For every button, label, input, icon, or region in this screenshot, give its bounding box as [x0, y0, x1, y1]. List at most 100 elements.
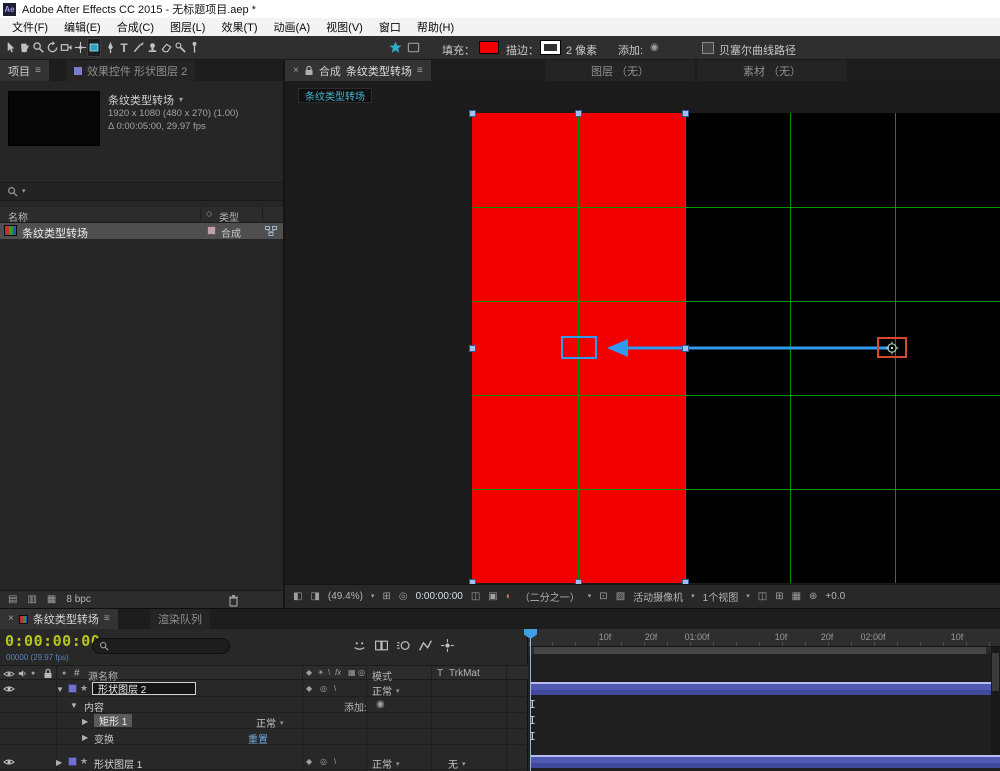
tab-project[interactable]: 项目 ≡	[0, 60, 49, 81]
preview-comp-name[interactable]: 条纹类型转场	[108, 92, 174, 108]
panel-menu-icon[interactable]: ≡	[417, 65, 423, 76]
resolution-value[interactable]: （二分之一）	[520, 589, 580, 604]
menu-help[interactable]: 帮助(H)	[409, 18, 462, 36]
brush-tool[interactable]	[131, 38, 145, 57]
trkmat-dropdown[interactable]: 无 ▾	[448, 756, 466, 771]
layer-duration-bar-shape-layer-1[interactable]	[530, 755, 1000, 768]
project-item-name[interactable]: 条纹类型转场	[22, 225, 88, 241]
search-options-caret-icon[interactable]: ▾	[22, 188, 26, 195]
close-icon[interactable]: ×	[293, 65, 299, 76]
camera-view-value[interactable]: 活动摄像机	[633, 589, 683, 604]
pan-behind-tool[interactable]	[73, 38, 87, 57]
menu-view[interactable]: 视图(V)	[318, 18, 371, 36]
add-property-icon[interactable]: ◉	[376, 700, 385, 710]
clone-stamp-tool[interactable]	[145, 38, 159, 57]
timeline-search-field[interactable]	[92, 638, 230, 654]
group-blend-mode-dropdown[interactable]: 正常 ▾	[256, 715, 284, 730]
lock-icon[interactable]	[304, 65, 314, 76]
layer-name-edit-field[interactable]: 形状图层 2	[92, 682, 196, 696]
time-ruler[interactable]: 10f 20f 01:00f 10f 20f 02:00f 10f	[529, 629, 1000, 647]
menu-composition[interactable]: 合成(C)	[109, 18, 162, 36]
tool-creates-mask-icon[interactable]	[406, 38, 420, 57]
rotation-tool[interactable]	[45, 38, 59, 57]
stroke-color-swatch[interactable]	[540, 40, 561, 55]
selection-tool[interactable]	[3, 38, 17, 57]
layer-row-shape-layer-2[interactable]: ▼ ★ 形状图层 2 ◆ ◎ \ 正常 ▾	[0, 681, 528, 698]
menu-window[interactable]: 窗口	[371, 18, 409, 36]
roto-brush-tool[interactable]	[173, 38, 187, 57]
show-snapshot-icon[interactable]: ▣	[488, 591, 497, 602]
expand-arrow-icon[interactable]: ▼	[70, 701, 78, 710]
eraser-tool[interactable]	[159, 38, 173, 57]
pen-tool[interactable]	[103, 38, 117, 57]
tab-layer-viewer[interactable]: 图层 （无）	[545, 60, 695, 81]
shy-icon[interactable]	[352, 638, 367, 653]
tab-effect-controls[interactable]: 效果控件 形状图层 2	[66, 60, 196, 81]
menu-edit[interactable]: 编辑(E)	[56, 18, 109, 36]
tool-creates-shape-icon[interactable]	[388, 38, 402, 57]
exposure-reset-icon[interactable]: ⊕	[809, 591, 817, 602]
interpret-footage-icon[interactable]: ▤	[8, 594, 17, 605]
eye-icon[interactable]	[3, 685, 15, 693]
layer-switch-icon[interactable]: ◆	[306, 758, 312, 766]
menu-animation[interactable]: 动画(A)	[266, 18, 319, 36]
transparency-grid-icon[interactable]: ▨	[616, 591, 625, 602]
property-row-transform[interactable]: ▶ 变换 重置	[0, 729, 528, 746]
eye-column-icon[interactable]	[3, 670, 15, 678]
selection-handle[interactable]	[682, 345, 689, 352]
reset-link[interactable]: 重置	[248, 731, 268, 746]
zoom-tool[interactable]	[31, 38, 45, 57]
selection-handle[interactable]	[469, 345, 476, 352]
close-icon[interactable]: ×	[8, 614, 14, 624]
project-item-row[interactable]: 条纹类型转场 合成	[0, 223, 283, 241]
view-layout-value[interactable]: 1个视图	[703, 589, 739, 604]
share-view-icon[interactable]: ◫	[758, 591, 767, 602]
new-composition-icon[interactable]: ▦	[47, 594, 56, 605]
view-layout-caret-icon[interactable]: ▾	[746, 593, 750, 600]
current-timecode[interactable]: 0:00:00:00	[5, 632, 100, 650]
camera-caret-icon[interactable]: ▾	[691, 593, 695, 600]
tab-render-queue[interactable]: 渲染队列	[150, 609, 210, 629]
bezier-path-checkbox[interactable]	[702, 42, 714, 54]
label-color-swatch[interactable]	[68, 757, 77, 766]
panel-menu-icon[interactable]: ≡	[104, 614, 110, 624]
t-column-header[interactable]: T	[437, 668, 443, 679]
graph-editor-icon[interactable]	[418, 638, 433, 653]
preview-caret-icon[interactable]: ▾	[179, 96, 183, 104]
tab-composition[interactable]: × 合成 条纹类型转场 ≡	[285, 60, 431, 81]
timeline-scrollbar[interactable]	[991, 647, 1000, 754]
work-area-bar[interactable]	[529, 647, 991, 654]
blend-mode-dropdown[interactable]: 正常 ▾	[372, 683, 400, 698]
layer-switch-icon[interactable]: \	[334, 685, 336, 693]
layer-switch-icon[interactable]: ◎	[320, 758, 327, 766]
trash-icon[interactable]	[228, 594, 239, 607]
property-row-contents[interactable]: ▼ 内容 添加: ◉	[0, 697, 528, 714]
project-search-field[interactable]: ▾	[0, 182, 283, 201]
viewer-timecode[interactable]: 0:00:00:00	[416, 591, 463, 602]
flowchart-icon[interactable]	[265, 226, 277, 236]
channels-icon[interactable]: ◐	[506, 591, 512, 602]
stroke-width-value[interactable]: 2 像素	[566, 42, 597, 58]
lock-column-icon[interactable]	[43, 668, 53, 679]
current-time-indicator-line[interactable]	[530, 629, 531, 771]
layer-duration-bar-shape-layer-2[interactable]	[530, 682, 1000, 695]
menu-file[interactable]: 文件(F)	[4, 18, 56, 36]
target-position-box[interactable]	[561, 336, 597, 359]
label-column-icon[interactable]: ●	[62, 670, 66, 677]
project-bit-depth[interactable]: 8 bpc	[66, 594, 90, 605]
column-type-header[interactable]: 类型	[219, 209, 239, 224]
draft-3d-icon[interactable]	[440, 638, 455, 653]
snapshot-icon[interactable]: ◫	[471, 591, 480, 602]
layer-number-header[interactable]: #	[74, 668, 80, 679]
magnification-value[interactable]: (49.4%)	[328, 591, 363, 602]
always-preview-icon[interactable]: ◧	[293, 591, 302, 602]
layer-switch-icon[interactable]: ◎	[320, 685, 327, 693]
exposure-value[interactable]: +0.0	[825, 591, 845, 602]
eye-icon[interactable]	[3, 758, 15, 766]
layer-row-shape-layer-1[interactable]: ▶ ★ 形状图层 1 ◆ ◎ \ 正常 ▾ 无 ▾	[0, 754, 528, 771]
tab-timeline-comp[interactable]: × 条纹类型转场 ≡	[0, 609, 118, 629]
grid-guides-icon[interactable]: ⊞	[382, 591, 390, 602]
motion-blur-icon[interactable]	[396, 638, 411, 653]
new-folder-icon[interactable]: ▥	[27, 594, 36, 605]
add-shape-attribute-icon[interactable]: ◉	[650, 43, 659, 53]
